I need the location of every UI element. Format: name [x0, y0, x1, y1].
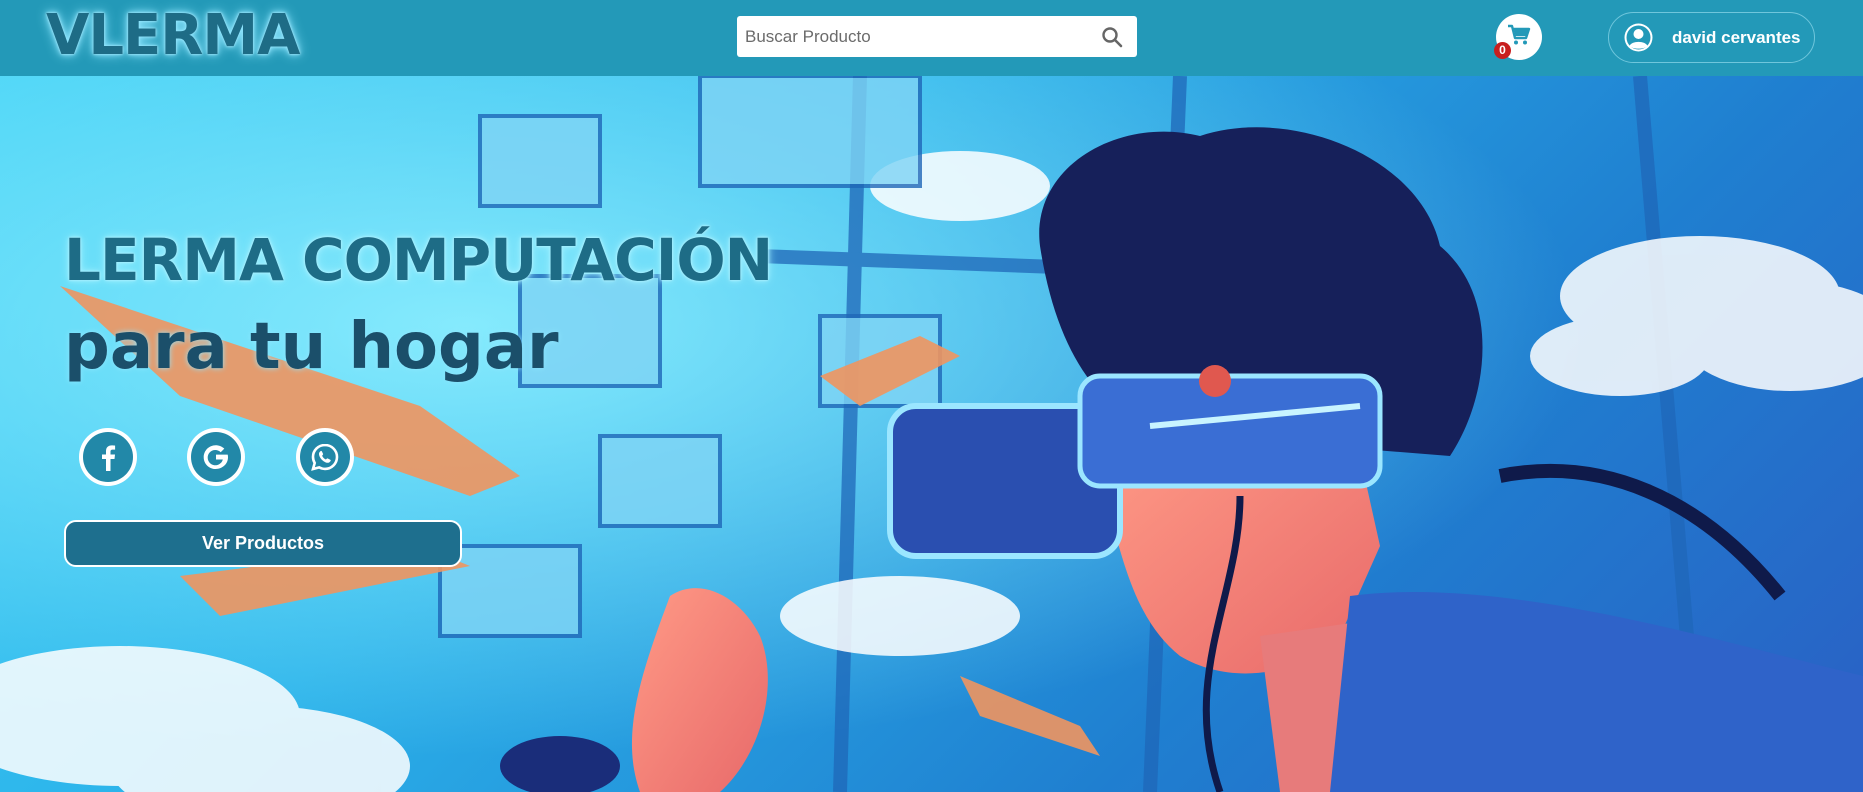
facebook-icon [83, 432, 133, 482]
cart-button[interactable]: 0 [1494, 14, 1542, 60]
cart-icon [1507, 24, 1531, 51]
google-link[interactable] [187, 428, 245, 486]
facebook-link[interactable] [79, 428, 137, 486]
google-icon [191, 432, 241, 482]
brand-logo[interactable]: VLERMA [46, 4, 300, 68]
hero-banner: LERMA COMPUTACIÓN para tu hogar Ver Prod… [0, 76, 1863, 792]
cart-count-badge: 0 [1494, 42, 1511, 59]
whatsapp-icon [300, 432, 350, 482]
search-input[interactable] [737, 16, 1077, 57]
view-products-button[interactable]: Ver Productos [64, 520, 462, 567]
search-icon[interactable] [1101, 26, 1123, 48]
hero-illustration [0, 76, 1863, 792]
search-box [737, 16, 1137, 57]
hero-subtitle: para tu hogar [64, 310, 559, 384]
whatsapp-link[interactable] [296, 428, 354, 486]
user-circle-icon [1623, 22, 1654, 53]
hero-title: LERMA COMPUTACIÓN [64, 226, 773, 294]
user-menu-button[interactable]: david cervantes [1608, 12, 1815, 63]
top-navbar: VLERMA 0 [0, 0, 1863, 76]
user-name: david cervantes [1672, 27, 1801, 47]
